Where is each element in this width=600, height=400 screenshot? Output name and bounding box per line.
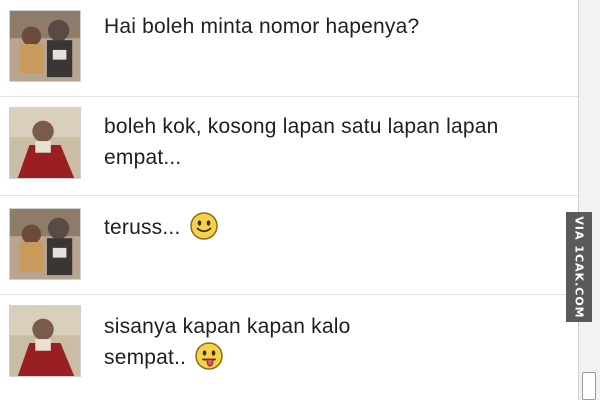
chat-window: Hai boleh minta nomor hapenya? boleh kok… <box>0 0 578 400</box>
watermark-badge: VIA 1CAK.COM <box>566 212 592 322</box>
avatar-photo-user-b-icon <box>10 108 80 178</box>
avatar-photo-user-b-icon <box>10 306 80 376</box>
message-text-line: teruss... <box>104 216 181 239</box>
avatar-user-b[interactable] <box>9 305 81 377</box>
smiley-icon <box>189 211 219 241</box>
message-text-line: sempat.. <box>104 346 187 369</box>
message-text-line: Hai boleh minta nomor hapenya? <box>104 15 420 38</box>
watermark-text: VIA 1CAK.COM <box>572 215 586 319</box>
chat-message: sisanya kapan kapan kalo sempat.. <box>0 295 578 400</box>
message-text-line: sisanya kapan kapan kalo <box>104 315 351 338</box>
message-text-row: teruss... <box>104 212 564 243</box>
chat-message: boleh kok, kosong lapan satu lapan lapan… <box>0 97 578 196</box>
chat-scrollbar[interactable] <box>578 0 600 400</box>
avatar-user-a[interactable] <box>9 10 81 82</box>
chat-message: Hai boleh minta nomor hapenya? <box>0 0 578 97</box>
tongue-out-icon <box>194 341 224 371</box>
avatar-user-a[interactable] <box>9 208 81 280</box>
message-text-row: sempat.. <box>104 342 564 373</box>
scrollbar-thumb[interactable] <box>582 372 596 400</box>
message-text-line: empat... <box>104 146 182 169</box>
avatar-photo-user-a-icon <box>10 209 80 279</box>
chat-message: teruss... <box>0 196 578 295</box>
avatar-photo-user-a-icon <box>10 11 80 81</box>
avatar-user-b[interactable] <box>9 107 81 179</box>
message-text-line: boleh kok, kosong lapan satu lapan lapan <box>104 115 499 138</box>
